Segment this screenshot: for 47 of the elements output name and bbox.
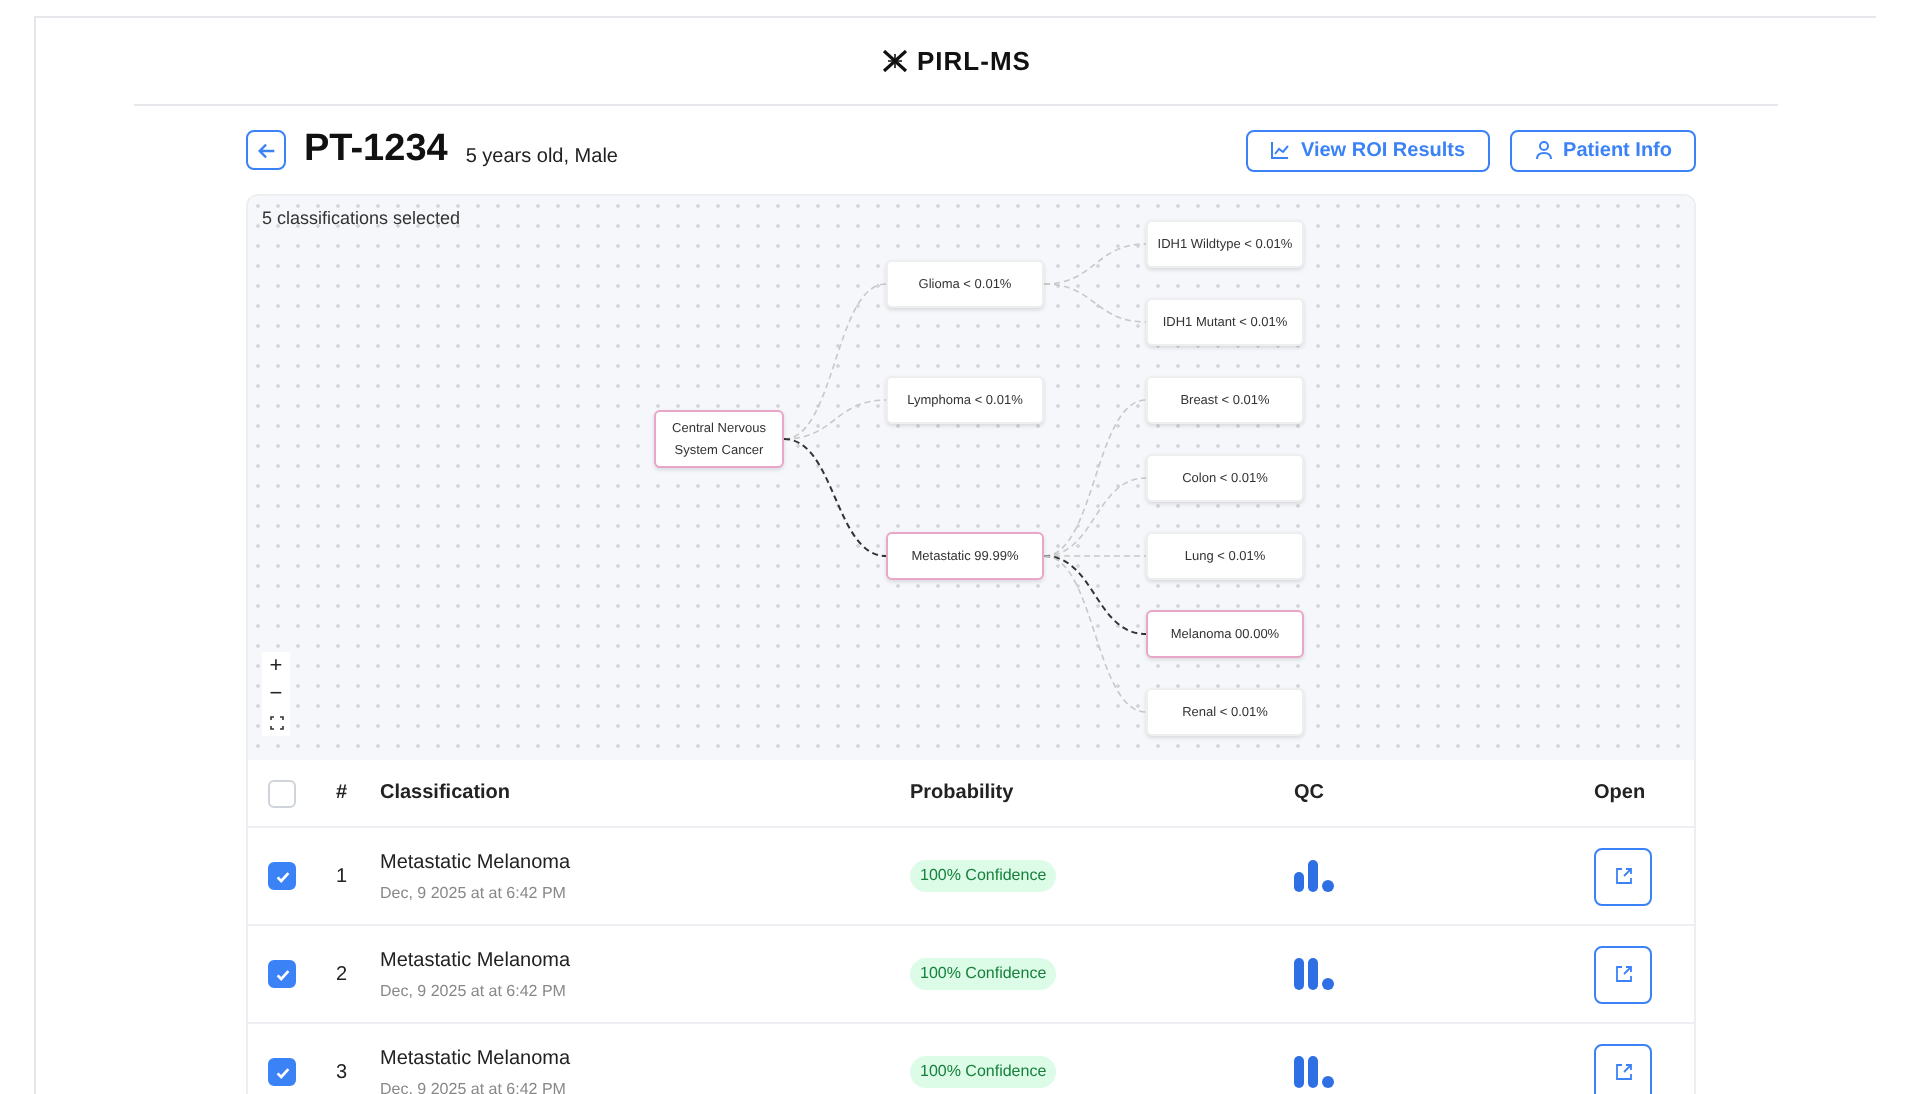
signal-bars-icon: [1294, 1056, 1334, 1088]
checkmark-icon: [273, 965, 291, 983]
classification-date: Dec, 9 2025 at at 6:42 PM: [380, 881, 568, 905]
row-number: 2: [336, 961, 350, 989]
row-checkbox[interactable]: [268, 1058, 296, 1086]
connector: [1043, 283, 1147, 323]
external-link-icon: [1613, 866, 1633, 886]
row-checkbox[interactable]: [268, 960, 296, 988]
column-header: Open: [1594, 780, 1648, 808]
user-icon: [1533, 140, 1554, 160]
classification-name: Metastatic Melanoma: [380, 1045, 573, 1073]
selection-count: 5 classifications selected: [262, 206, 461, 232]
checkmark-icon: [273, 867, 291, 885]
patient-id: PT-1234: [304, 125, 448, 174]
zoom-out-button[interactable]: −: [262, 680, 290, 708]
open-button[interactable]: [1594, 847, 1652, 905]
brand-name: PIRL-MS: [917, 43, 1031, 80]
row-number: 1: [336, 863, 350, 891]
classification-name: Metastatic Melanoma: [380, 947, 573, 975]
logo-icon: [881, 50, 908, 72]
back-button[interactable]: [246, 130, 286, 170]
external-link-icon: [1613, 1062, 1633, 1082]
view-roi-results-button[interactable]: View ROI Results: [1246, 129, 1490, 171]
confidence-badge: 100% Confidence: [910, 1056, 1057, 1088]
column-header: Classification: [380, 780, 513, 808]
patient-info-button[interactable]: Patient Info: [1509, 129, 1696, 171]
expand-icon: [269, 715, 283, 729]
signal-bars-icon: [1294, 860, 1334, 892]
row-number: 3: [336, 1059, 350, 1087]
checkmark-icon: [273, 1063, 291, 1081]
confidence-badge: 100% Confidence: [910, 958, 1057, 990]
open-button[interactable]: [1594, 945, 1652, 1003]
arrow-left-icon: [255, 139, 277, 161]
confidence-badge: 100% Confidence: [910, 860, 1057, 892]
open-button[interactable]: [1594, 1043, 1652, 1094]
column-header: #: [336, 780, 350, 808]
signal-bars-icon: [1294, 958, 1334, 990]
row-checkbox[interactable]: [268, 862, 296, 890]
classification-name: Metastatic Melanoma: [380, 849, 573, 877]
select-all-checkbox[interactable]: [268, 779, 296, 807]
line-chart-icon: [1270, 140, 1291, 160]
classification-date: Dec, 9 2025 at at 6:42 PM: [380, 979, 568, 1003]
zoom-in-button[interactable]: +: [262, 652, 290, 680]
patient-details: 5 years old, Male: [465, 143, 618, 171]
column-header: QC: [1292, 780, 1326, 808]
column-header: Probability: [910, 780, 1016, 808]
external-link-icon: [1613, 964, 1633, 984]
